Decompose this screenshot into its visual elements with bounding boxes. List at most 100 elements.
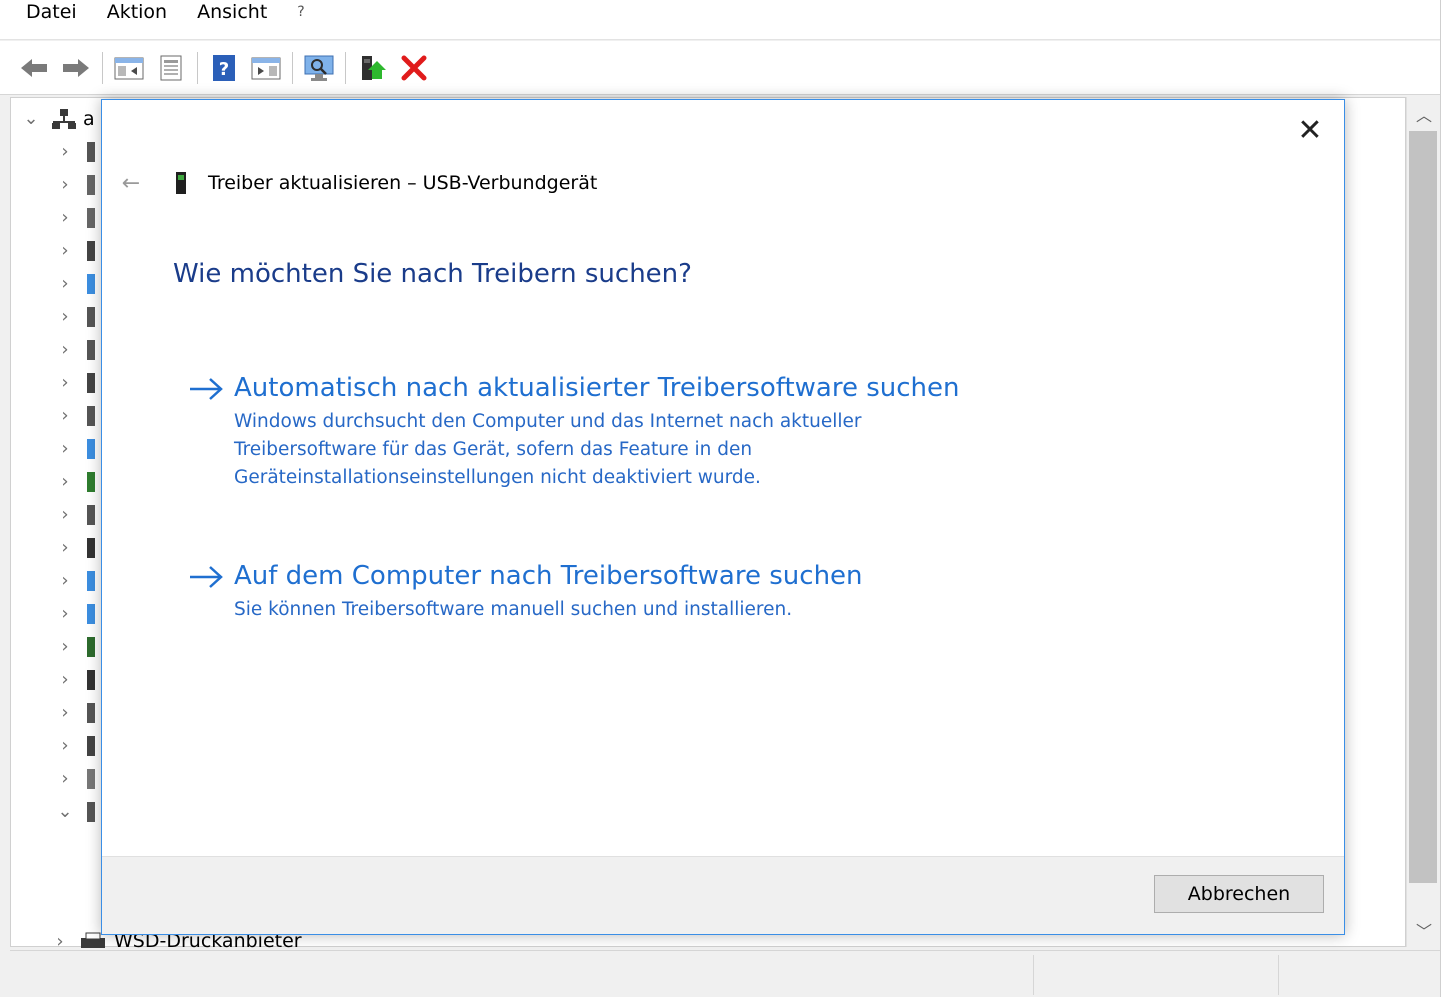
chevron-right-icon[interactable]: ›	[55, 504, 75, 525]
scroll-down-icon[interactable]: ﹀	[1407, 913, 1441, 947]
chevron-right-icon[interactable]: ›	[55, 207, 75, 228]
scan-hardware-button[interactable]	[301, 50, 337, 86]
tree-node[interactable]: ›	[55, 564, 95, 597]
device-icon	[87, 669, 95, 690]
help-button[interactable]: ?	[206, 50, 242, 86]
menu-aktion[interactable]: Aktion	[107, 1, 167, 23]
forward-button[interactable]	[58, 50, 94, 86]
chevron-right-icon[interactable]: ›	[55, 240, 75, 261]
tree-node[interactable]: ›	[55, 663, 95, 696]
svg-text:?: ?	[219, 59, 229, 80]
close-button[interactable]: ✕	[1290, 112, 1330, 148]
tree-node[interactable]: ›	[55, 333, 95, 366]
dialog-title-text: Treiber aktualisieren – USB-Verbundgerät	[208, 172, 598, 194]
chevron-right-icon[interactable]: ›	[55, 174, 75, 195]
chevron-right-icon[interactable]: ›	[55, 405, 75, 426]
chevron-right-icon[interactable]: ›	[55, 570, 75, 591]
scroll-up-icon[interactable]: ︿	[1407, 97, 1441, 131]
toolbar: ?	[0, 41, 1440, 95]
chevron-right-icon[interactable]: ›	[55, 669, 75, 690]
back-button[interactable]	[16, 50, 52, 86]
device-icon	[87, 174, 95, 195]
tree-node[interactable]: ›	[55, 234, 95, 267]
status-bar	[10, 950, 1440, 997]
monitor-icon	[87, 273, 95, 294]
device-icon	[87, 537, 95, 558]
option-browse-content: Auf dem Computer nach Treibersoftware su…	[234, 558, 863, 624]
console-tree-button[interactable]	[111, 50, 147, 86]
properties-button[interactable]	[153, 50, 189, 86]
tree-node[interactable]: ›	[55, 432, 95, 465]
tree-node[interactable]: ›	[55, 267, 95, 300]
chevron-right-icon[interactable]: ›	[55, 636, 75, 657]
toolbar-separator	[197, 51, 198, 84]
option-browse-title[interactable]: Auf dem Computer nach Treibersoftware su…	[234, 558, 863, 594]
chevron-right-icon[interactable]: ›	[55, 438, 75, 459]
back-arrow-icon: ←	[121, 170, 141, 196]
dialog-heading: Wie möchten Sie nach Treibern suchen?	[173, 259, 692, 289]
help-icon: ?	[213, 54, 235, 81]
tree-node[interactable]: ›	[55, 135, 95, 168]
option-auto-search[interactable]: Automatisch nach aktualisierter Treibers…	[186, 370, 960, 492]
tree-node[interactable]: ›	[55, 201, 95, 234]
tree-node-expanded[interactable]: ⌄	[55, 795, 95, 828]
scrollbar-thumb[interactable]	[1409, 131, 1437, 883]
tree-node[interactable]: ›	[55, 597, 95, 630]
cancel-button[interactable]: Abbrechen	[1154, 875, 1324, 913]
tree-node[interactable]: ›	[55, 531, 95, 564]
toolbar-separator	[292, 51, 293, 84]
update-driver-dialog: ✕ ← Treiber aktualisieren – USB-Verbundg…	[101, 99, 1345, 935]
tree-node[interactable]: ›	[55, 696, 95, 729]
chevron-right-icon[interactable]: ›	[55, 537, 75, 558]
chevron-right-icon[interactable]: ›	[55, 603, 75, 624]
option-auto-title[interactable]: Automatisch nach aktualisierter Treibers…	[234, 370, 960, 406]
device-icon	[87, 702, 95, 723]
device-icon	[87, 141, 95, 162]
status-separator	[1033, 955, 1034, 995]
view-button[interactable]	[248, 50, 284, 86]
tree-node[interactable]: ›	[55, 630, 95, 663]
chevron-down-icon[interactable]: ⌄	[55, 801, 75, 822]
tree-node[interactable]: ›	[55, 366, 95, 399]
back-icon	[21, 58, 47, 77]
chevron-right-icon[interactable]: ›	[55, 273, 75, 294]
option-browse-computer[interactable]: Auf dem Computer nach Treibersoftware su…	[186, 558, 863, 624]
tree-node[interactable]: ›	[55, 465, 95, 498]
menu-ansicht[interactable]: Ansicht	[197, 1, 267, 23]
chip-icon	[87, 636, 95, 657]
update-driver-button[interactable]	[354, 50, 390, 86]
chevron-right-icon[interactable]: ›	[55, 306, 75, 327]
chevron-right-icon[interactable]: ›	[55, 768, 75, 789]
tree-node[interactable]: ›	[55, 762, 95, 795]
tree-node[interactable]: ›	[55, 729, 95, 762]
back-button[interactable]: ←	[116, 170, 146, 196]
chevron-right-icon[interactable]: ›	[50, 931, 70, 952]
toolbar-separator	[345, 51, 346, 84]
console-tree-icon	[114, 57, 144, 79]
monitor-icon	[87, 603, 95, 624]
tree-node[interactable]: ›	[55, 399, 95, 432]
computer-network-icon	[52, 108, 76, 129]
menu-datei[interactable]: Datei	[26, 1, 77, 23]
forward-icon	[63, 58, 89, 77]
view-icon	[251, 57, 281, 79]
tree-node[interactable]: ›	[55, 300, 95, 333]
device-icon	[87, 735, 95, 756]
vertical-scrollbar[interactable]: ︿ ﹀	[1406, 97, 1440, 947]
device-icon	[87, 306, 95, 327]
uninstall-button[interactable]	[396, 50, 432, 86]
chevron-right-icon[interactable]: ›	[55, 471, 75, 492]
tree-node[interactable]: ›	[55, 498, 95, 531]
chevron-right-icon[interactable]: ›	[55, 141, 75, 162]
tree-node[interactable]: ›	[55, 168, 95, 201]
monitor-icon	[87, 570, 95, 591]
chevron-right-icon[interactable]: ›	[55, 339, 75, 360]
chevron-right-icon[interactable]: ›	[55, 372, 75, 393]
chevron-right-icon[interactable]: ›	[55, 702, 75, 723]
menu-help[interactable]: ?	[297, 4, 304, 20]
chevron-right-icon[interactable]: ›	[55, 735, 75, 756]
chevron-down-icon[interactable]: ⌄	[21, 108, 41, 129]
tree-root[interactable]: ⌄ a	[21, 102, 94, 135]
device-icon	[87, 471, 95, 492]
device-icon	[87, 405, 95, 426]
